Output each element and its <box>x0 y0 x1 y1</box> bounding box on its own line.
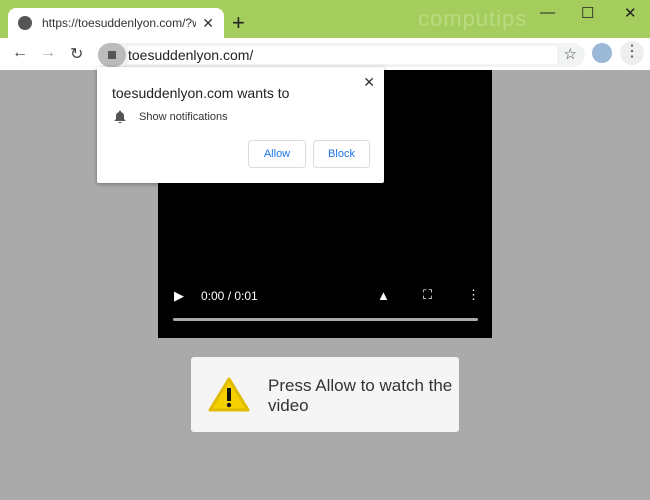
video-progress-bar[interactable] <box>173 318 478 321</box>
url-text[interactable]: toesuddenlyon.com/ <box>128 46 557 64</box>
volume-icon[interactable]: ▲ <box>377 288 390 303</box>
message-text: Press Allow to watch the video <box>268 376 453 415</box>
more-options-button[interactable]: ⋮ <box>467 287 480 303</box>
bell-icon <box>114 110 126 126</box>
play-button[interactable]: ▶ <box>174 288 184 304</box>
maximize-button[interactable]: ☐ <box>581 4 594 22</box>
block-button[interactable]: Block <box>313 140 370 168</box>
menu-button[interactable]: ⋮ <box>620 41 644 65</box>
fullscreen-button[interactable]: ⛶ <box>423 287 432 303</box>
forward-button[interactable]: → <box>40 44 56 62</box>
toolbar: ← → ↻ toesuddenlyon.com/ ☆ ⋮ <box>0 38 650 70</box>
video-time: 0:00 / 0:01 <box>201 289 258 303</box>
lock-icon[interactable] <box>98 43 126 67</box>
watermark: computips <box>418 6 528 31</box>
allow-button[interactable]: Allow <box>248 140 306 168</box>
permission-label: Show notifications <box>139 111 228 123</box>
browser-tab[interactable]: https://toesuddenlyon.com/?wmi ✕ <box>8 8 224 38</box>
minimize-button[interactable]: — <box>540 4 555 21</box>
tab-title: https://toesuddenlyon.com/?wmi <box>42 16 196 30</box>
popup-title: toesuddenlyon.com wants to <box>112 85 290 101</box>
avatar[interactable] <box>592 43 612 63</box>
warning-icon <box>208 377 250 412</box>
title-bar: https://toesuddenlyon.com/?wmi ✕ + compu… <box>0 0 650 38</box>
reload-button[interactable]: ↻ <box>70 44 83 64</box>
message-box: Press Allow to watch the video <box>191 357 459 432</box>
window-close-button[interactable]: ✕ <box>624 4 637 22</box>
globe-icon <box>18 16 32 30</box>
notification-permission-popup: toesuddenlyon.com wants to ✕ Show notifi… <box>97 67 384 183</box>
address-bar[interactable]: toesuddenlyon.com/ ☆ <box>98 43 585 67</box>
star-icon[interactable]: ☆ <box>564 45 577 63</box>
tab-close-button[interactable]: ✕ <box>202 15 214 32</box>
popup-close-button[interactable]: ✕ <box>363 74 375 91</box>
new-tab-button[interactable]: + <box>232 10 245 36</box>
back-button[interactable]: ← <box>12 44 28 62</box>
